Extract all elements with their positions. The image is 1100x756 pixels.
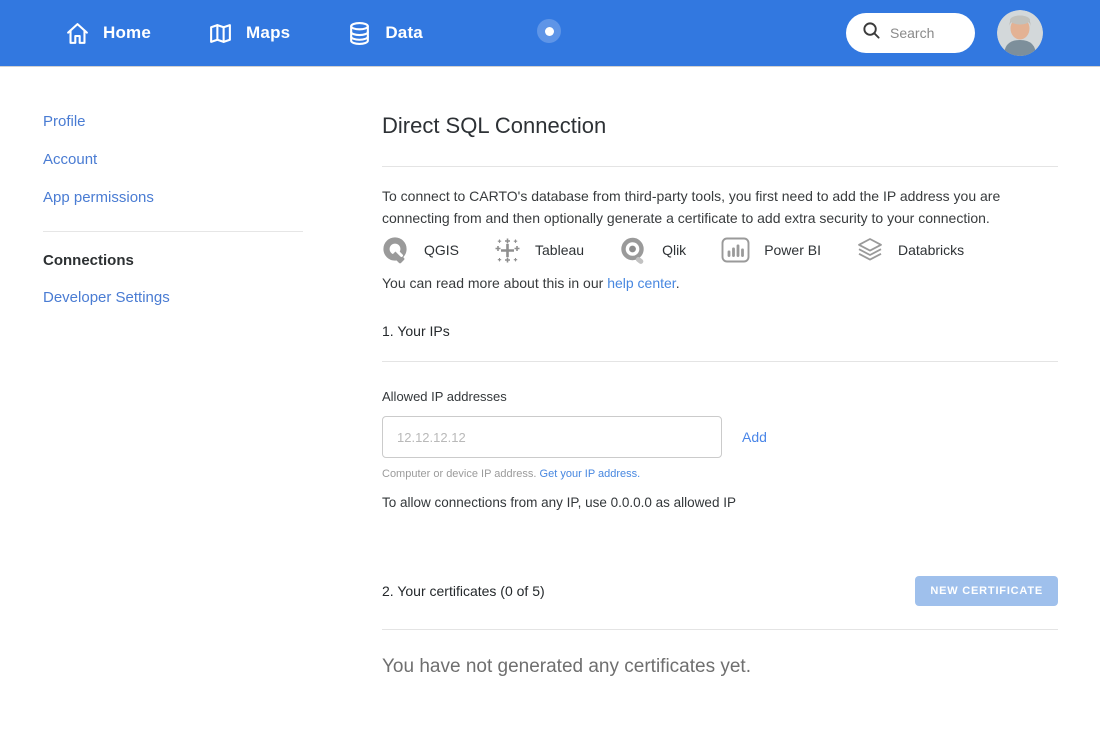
sidebar-divider [43,231,303,232]
help-line-suffix: . [676,275,680,291]
sidebar-section-connections: Connections [43,252,303,269]
qgis-icon [382,236,410,264]
allowed-ip-label: Allowed IP addresses [382,389,1058,404]
nav-item-maps[interactable]: Maps [208,21,290,46]
sidebar-item-developer-settings[interactable]: Developer Settings [43,289,303,306]
ip-helper-text: Computer or device IP address. Get your … [382,468,1058,480]
sidebar-item-account[interactable]: Account [43,151,303,168]
home-icon [65,21,90,46]
user-avatar[interactable] [997,10,1043,56]
ip-input-row: Add [382,416,1058,458]
search-input[interactable] [890,25,968,41]
tool-qgis: QGIS [382,235,459,265]
tool-qlik: Qlik [619,235,686,265]
map-icon [208,21,233,46]
nav-item-label: Home [103,23,151,43]
certificates-header-row: 2. Your certificates (0 of 5) NEW CERTIF… [382,576,1058,606]
help-center-link[interactable]: help center [607,275,676,291]
section-heading-your-ips: 1. Your IPs [382,323,1058,339]
section-heading-certificates: 2. Your certificates (0 of 5) [382,583,545,599]
certificates-divider [382,629,1058,630]
qlik-icon [619,236,648,265]
search-icon [862,21,881,45]
add-ip-button[interactable]: Add [742,429,767,445]
tool-label: QGIS [424,242,459,258]
help-line: You can read more about this in our help… [382,275,1058,291]
beacon-dot-icon [545,27,554,36]
page-title: Direct SQL Connection [382,110,1058,142]
any-ip-note: To allow connections from any IP, use 0.… [382,495,1058,510]
intro-text: To connect to CARTO's database from thir… [382,185,1058,229]
tool-logos-row: QGIS Tableau [382,235,1058,265]
avatar-photo [997,10,1043,56]
page-body: Profile Account App permissions Connecti… [0,66,1100,678]
nav-item-label: Data [385,23,423,43]
ip-address-input[interactable] [382,416,722,458]
certificates-empty-state: You have not generated any certificates … [382,656,1058,678]
tool-label: Qlik [662,242,686,258]
tool-label: Tableau [535,242,584,258]
help-line-prefix: You can read more about this in our [382,275,607,291]
new-certificate-button[interactable]: NEW CERTIFICATE [915,576,1058,606]
top-nav: Home Maps Data [0,0,1100,66]
nav-item-home[interactable]: Home [65,21,151,46]
tableau-icon [494,237,521,264]
nav-item-label: Maps [246,23,290,43]
sidebar-item-app-permissions[interactable]: App permissions [43,189,303,206]
tool-databricks: Databricks [856,235,964,265]
ips-divider [382,361,1058,362]
tool-tableau: Tableau [494,235,584,265]
get-ip-address-link[interactable]: Get your IP address. [540,468,641,480]
main-content: Direct SQL Connection To connect to CART… [382,66,1100,678]
database-icon [347,21,372,46]
tool-label: Power BI [764,242,821,258]
databricks-icon [856,237,884,263]
ip-helper-prefix: Computer or device IP address. [382,468,540,480]
power-bi-icon [721,237,750,263]
sidebar-item-profile[interactable]: Profile [43,113,303,130]
search-box[interactable] [846,13,975,53]
settings-sidebar: Profile Account App permissions Connecti… [0,66,382,306]
notification-beacon[interactable] [537,19,561,43]
tool-power-bi: Power BI [721,235,821,265]
title-divider [382,166,1058,167]
tool-label: Databricks [898,242,964,258]
nav-item-data[interactable]: Data [347,21,423,46]
